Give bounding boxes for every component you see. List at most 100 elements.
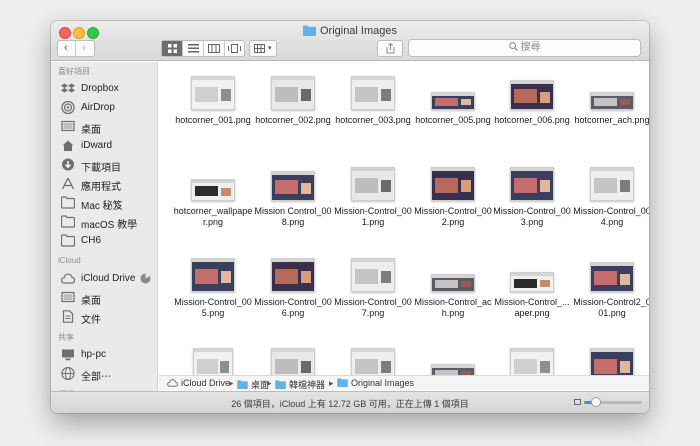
list-icon: [188, 44, 199, 53]
thumbnail-content: [539, 92, 550, 103]
sidebar-item[interactable]: 下載項目: [61, 157, 156, 174]
view-mode-control: [161, 40, 245, 57]
arrange-menu-button[interactable]: ▾: [249, 40, 277, 57]
path-crumb[interactable]: 韓檔神器: [275, 378, 325, 391]
thumbnail-titlebar: [591, 349, 633, 352]
file-item[interactable]: Mission-Control_004.png: [572, 153, 649, 241]
share-button[interactable]: [377, 40, 403, 57]
thumbnail-content: [619, 99, 630, 105]
sidebar-item[interactable]: AirDrop: [61, 100, 156, 116]
thumbnail-content: [300, 271, 311, 283]
file-thumbnail: [351, 76, 395, 110]
icon-view-button[interactable]: [162, 41, 183, 56]
sidebar-item[interactable]: 桌面: [61, 119, 156, 136]
sidebar-item[interactable]: 文件: [61, 309, 156, 326]
path-crumb[interactable]: iCloud Drive: [167, 378, 230, 388]
folder-icon: [61, 196, 75, 209]
file-thumbnail: [271, 348, 315, 375]
sidebar-item[interactable]: hp-pc: [61, 347, 156, 363]
sidebar-item[interactable]: Dropbox: [61, 81, 156, 97]
file-item[interactable]: Mission-Control_ach.png: [413, 244, 493, 332]
thumbnail-content: [300, 183, 311, 194]
sidebar-item[interactable]: iDward: [61, 138, 156, 154]
file-item[interactable]: hotcorner_wallpaper.png: [173, 153, 253, 241]
file-item[interactable]: Mission-Control_...aper.png: [492, 244, 572, 332]
file-item[interactable]: hotcorner_003.png: [333, 62, 413, 150]
thumbnail-content: [460, 180, 471, 192]
file-thumbnail: [510, 80, 554, 110]
file-item[interactable]: Mission-Control_005.png: [173, 244, 253, 332]
thumbnail-content: [619, 180, 630, 192]
sidebar-item-label: iDward: [81, 140, 113, 151]
file-name: Mission-Control2_001.png: [573, 297, 649, 318]
file-item[interactable]: Mission-Control_002.png: [413, 153, 493, 241]
sidebar-item[interactable]: Mac 秘笈: [61, 195, 156, 212]
thumbnail-titlebar: [591, 168, 633, 171]
thumbnail-titlebar: [352, 259, 394, 262]
file-item[interactable]: [413, 334, 493, 375]
thumbnail-content: [514, 178, 538, 193]
file-name: hotcorner_001.png: [175, 115, 251, 125]
thumbnail-content: [355, 178, 379, 193]
file-item[interactable]: hotcorner_006.png: [492, 62, 572, 150]
file-item[interactable]: Mission-Control_003.png: [492, 153, 572, 241]
file-thumbnail: [351, 258, 395, 292]
thumbnail-titlebar: [432, 93, 474, 96]
file-item[interactable]: Mission-Control2_001.png: [572, 244, 649, 332]
sidebar-item-label: macOS 教學: [81, 220, 138, 231]
cover-flow-icon: [228, 44, 241, 53]
list-view-button[interactable]: [183, 41, 204, 56]
path-crumb[interactable]: Original Images: [337, 378, 414, 388]
sidebar-item[interactable]: macOS 教學: [61, 214, 156, 231]
thumbnail-content: [514, 89, 538, 103]
search-icon: [508, 42, 518, 51]
sidebar-item[interactable]: iCloud Drive: [61, 271, 156, 287]
cover-flow-button[interactable]: [225, 41, 244, 56]
downloads-icon: [62, 158, 74, 171]
back-button[interactable]: ‹: [58, 41, 76, 56]
file-item[interactable]: Mission-Control_001.png: [333, 153, 413, 241]
file-item[interactable]: hotcorner_005.png: [413, 62, 493, 150]
sidebar-section-header: iCloud: [58, 256, 81, 265]
thumbnail-content: [195, 269, 219, 284]
file-thumbnail: [191, 258, 235, 292]
sidebar-item[interactable]: 桌面: [61, 290, 156, 307]
folder-icon: [275, 380, 286, 389]
thumbnail-content: [514, 279, 538, 288]
thumbnail-titlebar: [194, 349, 232, 352]
chevron-right-icon: ▸: [267, 378, 272, 388]
file-item[interactable]: hotcorner_ach.png: [572, 62, 649, 150]
sidebar-item[interactable]: 全部⋯: [61, 366, 156, 383]
file-thumbnail: [351, 167, 395, 201]
file-item[interactable]: Mission-Control_006.png: [253, 244, 333, 332]
sidebar-item[interactable]: 應用程式: [61, 176, 156, 193]
file-item[interactable]: Mission Control_008.png: [253, 153, 333, 241]
file-item[interactable]: hotcorner_001.png: [173, 62, 253, 150]
thumbnail-content: [380, 180, 391, 192]
file-thumbnail: [271, 258, 315, 292]
file-item[interactable]: hotcorner_002.png: [253, 62, 333, 150]
path-bar: iCloud Drive ▸ 桌面 ▸ 韓檔神器 ▸ Original Images: [159, 375, 649, 390]
slider-knob[interactable]: [591, 397, 601, 407]
thumbnail-content: [275, 269, 299, 284]
file-item[interactable]: [173, 334, 253, 375]
sidebar-item-label: 下載項目: [81, 163, 121, 174]
sidebar-item[interactable]: CH6: [61, 233, 156, 249]
file-item[interactable]: [253, 334, 333, 375]
thumbnail-titlebar: [511, 168, 553, 171]
thumbnail-content: [539, 180, 550, 192]
file-item[interactable]: [572, 334, 649, 375]
file-thumbnail: [271, 76, 315, 110]
file-thumbnail: [191, 179, 235, 201]
path-crumb[interactable]: 桌面: [237, 378, 269, 391]
search-field[interactable]: 搜尋: [408, 39, 641, 57]
file-item[interactable]: [333, 334, 413, 375]
file-item[interactable]: Mission-Control_007.png: [333, 244, 413, 332]
file-item[interactable]: [492, 334, 572, 375]
forward-button[interactable]: ›: [76, 41, 94, 56]
column-view-button[interactable]: [204, 41, 225, 56]
sidebar-item-label: CH6: [81, 235, 102, 246]
icon-size-slider[interactable]: [584, 397, 642, 407]
thumbnail-titlebar: [352, 77, 394, 80]
sidebar-section-header: 喜好項目: [58, 67, 90, 76]
